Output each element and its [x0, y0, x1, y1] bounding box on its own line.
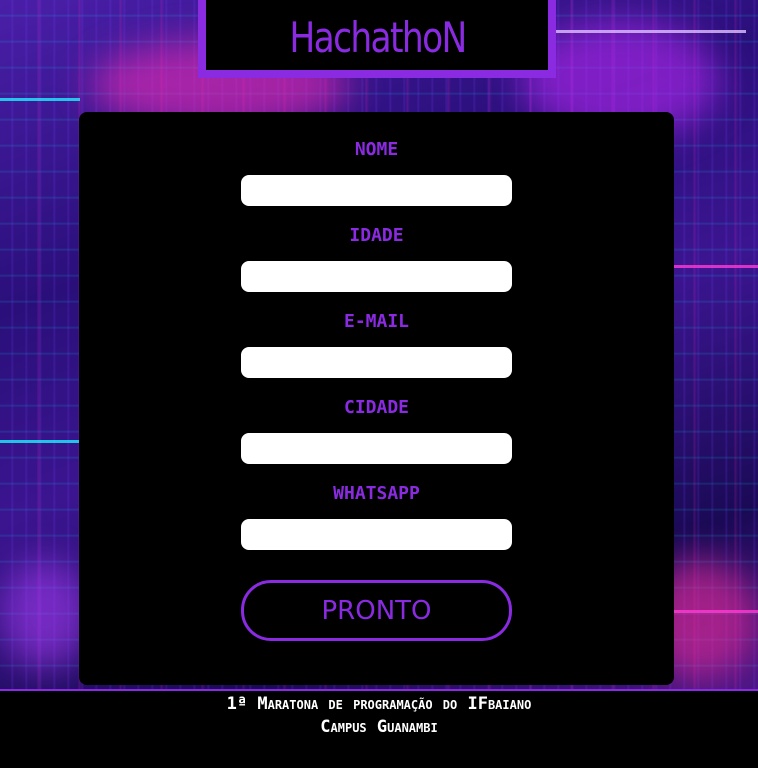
footer-event-name: 1ª Maratona de programação do IFbaiano	[226, 694, 532, 714]
field-email: E-MAIL	[241, 309, 512, 378]
idade-input[interactable]	[241, 261, 512, 292]
field-label-cidade: CIDADE	[343, 397, 410, 418]
field-nome: NOME	[241, 137, 512, 206]
background-streak	[556, 30, 746, 33]
page-title: HachathoN	[288, 12, 467, 62]
field-whatsapp: WHATSAPP	[241, 481, 512, 550]
header-title-box: HachathoN	[198, 0, 556, 78]
field-label-idade: IDADE	[349, 225, 404, 246]
field-label-whatsapp: WHATSAPP	[333, 483, 420, 504]
pronto-button[interactable]: PRONTO	[241, 580, 512, 641]
background-streak	[0, 98, 80, 101]
background-streak	[674, 265, 758, 268]
whatsapp-input[interactable]	[241, 519, 512, 550]
footer: 1ª Maratona de programação do IFbaiano C…	[0, 689, 758, 768]
field-label-email: E-MAIL	[343, 311, 410, 332]
cidade-input[interactable]	[241, 433, 512, 464]
nome-input[interactable]	[241, 175, 512, 206]
background-streak	[674, 610, 758, 613]
background-streak	[0, 440, 80, 443]
registration-form: NOME IDADE E-MAIL CIDADE WHATSAPP PRONTO	[79, 112, 674, 685]
email-input[interactable]	[241, 347, 512, 378]
background-glow	[0, 560, 90, 670]
field-idade: IDADE	[241, 223, 512, 292]
field-label-nome: NOME	[354, 139, 399, 160]
field-cidade: CIDADE	[241, 395, 512, 464]
footer-campus: Campus Guanambi	[320, 717, 438, 737]
